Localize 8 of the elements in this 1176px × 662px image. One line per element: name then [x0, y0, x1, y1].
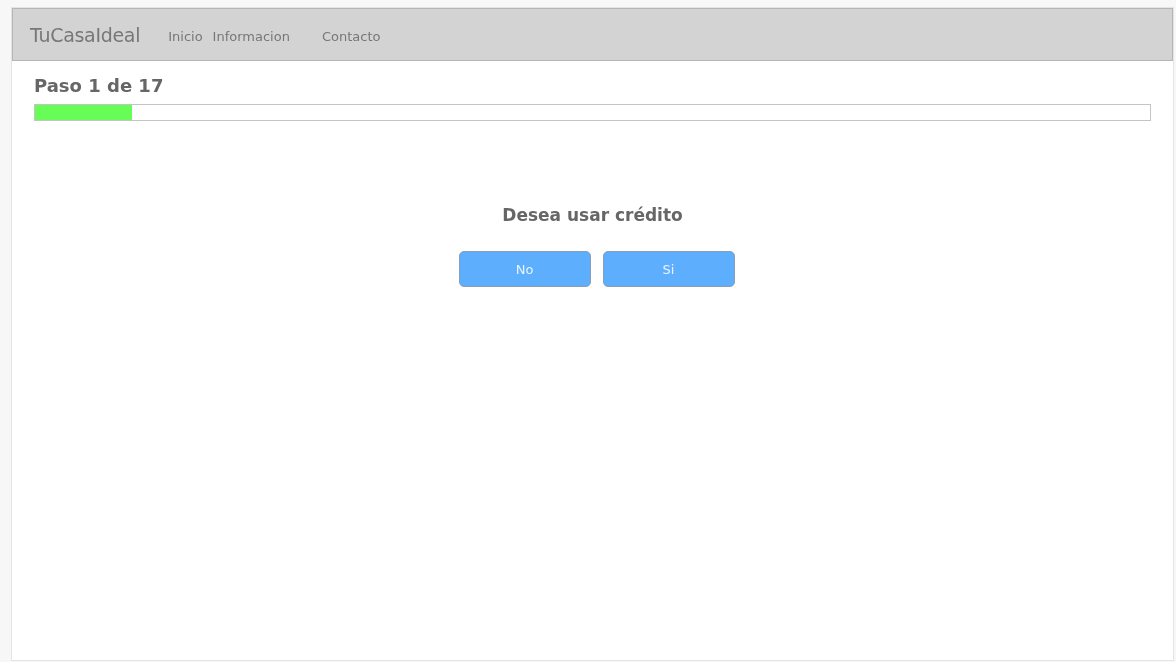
nav-link[interactable]: Informacion	[212, 29, 290, 44]
nav-link[interactable]: Contacto	[321, 29, 381, 44]
question-text: Desea usar crédito	[501, 205, 684, 225]
answer-button[interactable]: No	[458, 251, 591, 287]
brand-link[interactable]: TuCasaIdeal	[30, 23, 141, 46]
step-label: Paso 1 de 17	[34, 75, 165, 96]
nav-link[interactable]: Inicio	[168, 29, 203, 44]
answer-button[interactable]: Si	[602, 251, 735, 287]
